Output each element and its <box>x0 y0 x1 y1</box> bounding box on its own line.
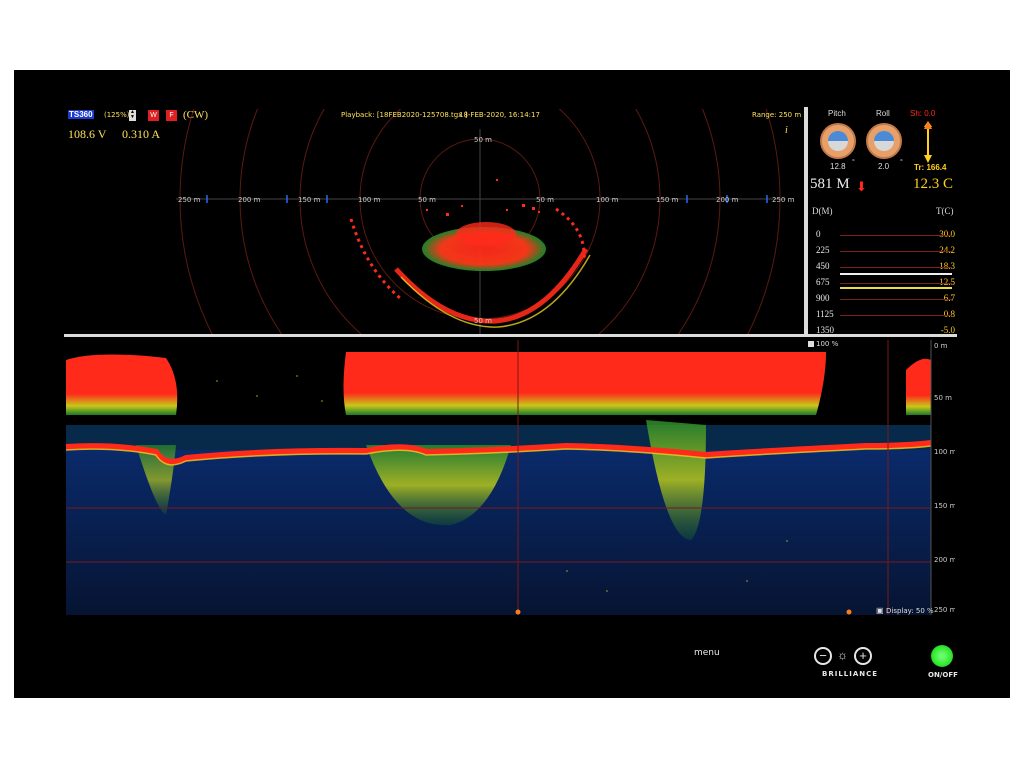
temp-row: 24.2 <box>939 245 955 255</box>
echogram-plot <box>66 340 932 615</box>
menu-button[interactable]: menu <box>694 648 720 658</box>
depth-header: D(M) <box>812 206 833 216</box>
display-icon[interactable]: ▣ <box>876 606 884 615</box>
scale-toggle-icon[interactable] <box>808 341 814 347</box>
voltage-readout: 108.6 V <box>68 127 107 141</box>
playback-datetime: 18-FEB-2020, 16:14:17 <box>459 111 540 119</box>
sonar-plot <box>176 109 786 334</box>
power-label: ON/OFF <box>928 671 958 679</box>
power-button[interactable] <box>931 645 953 667</box>
temp-row: 12.5 <box>939 277 955 287</box>
grid-line <box>840 315 952 316</box>
depth-tick: 100 m <box>934 448 955 456</box>
temp-header: T(C) <box>936 206 954 216</box>
sensor-panel: Pitch Roll Sh: 0.0 12.8 ° 2.0 ° Tr: 166.… <box>810 107 957 336</box>
tick-label: 250 m <box>772 196 795 204</box>
temp-row: 6.7 <box>943 293 955 303</box>
tick-label: 200 m <box>716 196 739 204</box>
current-readout: 0.310 A <box>122 127 161 141</box>
heading-arrow-icon <box>924 121 932 163</box>
fish-school-main <box>343 352 826 415</box>
brilliance-label: BRILLIANCE <box>822 670 879 678</box>
pitch-value: 12.8 <box>830 162 846 171</box>
degree-mark: ° <box>900 159 903 166</box>
depth-marker-line <box>840 273 952 275</box>
monitor-bezel: TS360 (125%) ▲ ▼ W F (CW) 108.6 V 0.310 A… <box>14 70 1010 698</box>
down-arrow-icon: ⬇ <box>856 179 867 194</box>
depth-tick: 50 m <box>934 394 952 402</box>
fish-school-right <box>906 358 931 415</box>
gain-stepper[interactable]: ▲ ▼ <box>129 110 136 121</box>
w-button[interactable]: W <box>148 110 159 121</box>
panel-divider-vertical <box>804 107 808 335</box>
temp-row: 0.8 <box>943 309 955 319</box>
depth-row: 1125 <box>816 309 834 319</box>
sh-readout: Sh: 0.0 <box>910 109 936 118</box>
tick-label: 50 m <box>474 317 492 325</box>
roll-label: Roll <box>876 109 890 118</box>
scatter-dots <box>426 179 540 216</box>
mode-label: (CW) <box>183 109 209 121</box>
grid-line <box>840 251 952 252</box>
depth-tick: 0 m <box>934 342 948 350</box>
depth-row: 450 <box>816 261 830 271</box>
marker-dot <box>515 609 521 615</box>
tick-label: 200 m <box>238 196 261 204</box>
display-screen: TS360 (125%) ▲ ▼ W F (CW) 108.6 V 0.310 A… <box>64 107 957 617</box>
tick-label: 100 m <box>358 196 381 204</box>
roll-gauge <box>866 123 902 159</box>
temperature-marker-line <box>840 287 952 289</box>
f-button[interactable]: F <box>166 110 177 121</box>
grid-line <box>840 299 952 300</box>
temp-row: 30.0 <box>939 229 955 239</box>
tr-readout: Tr: 166.4 <box>914 163 947 172</box>
tick-label: 50 m <box>418 196 436 204</box>
tick-label: 150 m <box>298 196 321 204</box>
tick-label: 50 m <box>474 136 492 144</box>
grid-line <box>840 267 952 268</box>
depth-row: 900 <box>816 293 830 303</box>
depth-tick: 200 m <box>934 556 955 564</box>
top-marker: 100 % <box>816 340 839 348</box>
pitch-label: Pitch <box>828 109 846 118</box>
marker-dot <box>846 609 852 615</box>
fish-school-left <box>66 354 178 415</box>
degree-mark: ° <box>852 159 855 166</box>
depth-readout: 581 M <box>810 176 850 192</box>
brilliance-decrease-button[interactable]: − <box>814 647 832 665</box>
echogram-panel[interactable]: 100 % 0 m 50 m 100 m 150 m 200 m 250 m ▣… <box>66 340 955 615</box>
display-label: Display: 50 % <box>886 607 934 615</box>
temperature-readout: 12.3 C <box>913 176 954 192</box>
gain-label: (125%) <box>104 111 130 119</box>
depth-row: 225 <box>816 245 830 255</box>
depth-tick: 250 m <box>934 606 955 614</box>
depth-row: 675 <box>816 277 830 287</box>
depth-row: 0 <box>816 229 821 239</box>
sun-icon: ☼ <box>837 648 848 662</box>
roll-value: 2.0 <box>878 162 890 171</box>
brilliance-increase-button[interactable]: + <box>854 647 872 665</box>
grid-line <box>840 235 952 236</box>
temp-row: 18.3 <box>939 261 955 271</box>
model-label: TS360 <box>68 110 94 119</box>
pitch-gauge <box>820 123 856 159</box>
tick-label: 50 m <box>536 196 554 204</box>
tick-label: 100 m <box>596 196 619 204</box>
info-icon[interactable]: i <box>785 125 788 136</box>
panel-divider-horizontal <box>64 334 957 337</box>
tick-label: 150 m <box>656 196 679 204</box>
playback-file: Playback: [18FEB2020-125708.tgx ] <box>341 111 468 119</box>
depth-tick: 150 m <box>934 502 955 510</box>
sonar-panel[interactable]: TS360 (125%) ▲ ▼ W F (CW) 108.6 V 0.310 A… <box>66 109 804 334</box>
grid-line <box>840 283 952 284</box>
range-label: Range: 250 m <box>752 111 802 119</box>
right-echo-arc <box>555 207 586 260</box>
tick-label: 250 m <box>178 196 201 204</box>
